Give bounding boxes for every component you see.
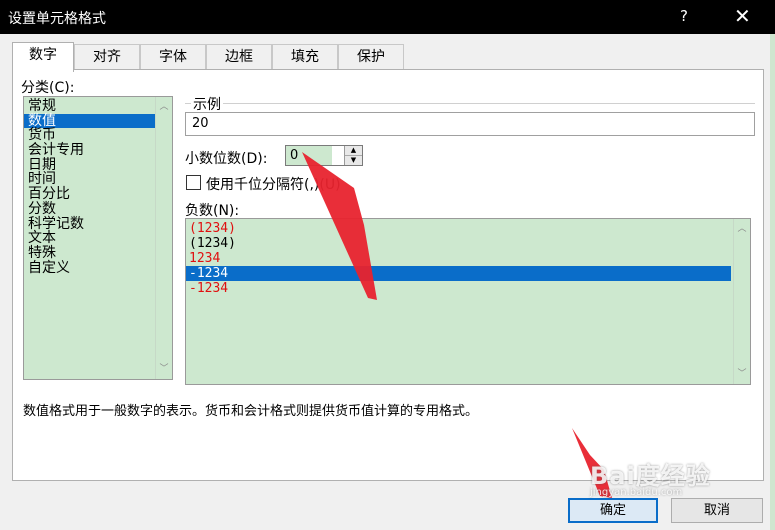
negative-number-item[interactable]: -1234	[186, 281, 731, 296]
format-description: 数值格式用于一般数字的表示。货币和会计格式则提供货币值计算的专用格式。	[23, 404, 479, 419]
help-button[interactable]: ?	[680, 7, 688, 25]
scroll-up-icon[interactable]: ︿	[156, 99, 172, 115]
decimal-places-label: 小数位数(D):	[185, 151, 268, 167]
category-item[interactable]: 日期	[24, 158, 172, 173]
negative-number-item[interactable]: (1234)	[186, 236, 731, 251]
category-items: 常规 数值 货币 会计专用 日期 时间 百分比 分数 科学记数 文本 特殊 自定义	[24, 99, 172, 275]
watermark-brand: Bai度经验	[590, 462, 711, 490]
background-sheet-edge	[770, 34, 775, 530]
category-item[interactable]: 货币	[24, 128, 172, 143]
close-button[interactable]: ✕	[734, 4, 751, 28]
sample-label: 示例	[191, 94, 223, 114]
category-item[interactable]: 特殊	[24, 246, 172, 261]
category-item[interactable]: 分数	[24, 202, 172, 217]
category-item[interactable]: 会计专用	[24, 143, 172, 158]
category-label: 分类(C):	[21, 80, 75, 96]
negative-numbers-label: 负数(N):	[185, 203, 240, 219]
category-item[interactable]: 时间	[24, 172, 172, 187]
category-item[interactable]: 自定义	[24, 261, 172, 276]
thousands-separator-checkbox[interactable]	[186, 175, 201, 190]
category-list[interactable]: 常规 数值 货币 会计专用 日期 时间 百分比 分数 科学记数 文本 特殊 自定义 ︿ ﹀	[23, 96, 173, 380]
tab-fill[interactable]: 填充	[272, 44, 338, 70]
sample-group	[185, 103, 755, 104]
negative-number-item[interactable]: (1234)	[186, 221, 731, 236]
negative-number-item[interactable]: 1234	[186, 251, 731, 266]
thousands-separator-label: 使用千位分隔符(,)(U)	[206, 177, 341, 193]
scroll-down-icon[interactable]: ﹀	[734, 366, 750, 382]
baidu-watermark: Bai度经验 jingyan.baidu.com	[590, 456, 711, 498]
tab-font[interactable]: 字体	[140, 44, 206, 70]
cancel-button[interactable]: 取消	[671, 498, 763, 523]
sample-preview: 20	[185, 112, 755, 136]
category-item[interactable]: 科学记数	[24, 217, 172, 232]
increment-icon[interactable]: ▲	[345, 146, 362, 156]
negative-number-items: (1234) (1234) 1234 -1234 -1234	[186, 219, 750, 296]
number-tab-panel: 分类(C): 常规 数值 货币 会计专用 日期 时间 百分比 分数 科学记数 文本 特殊 自定义 ︿ …	[12, 69, 764, 481]
category-item[interactable]: 文本	[24, 231, 172, 246]
ok-button[interactable]: 确定	[568, 498, 658, 523]
tab-number[interactable]: 数字	[12, 42, 74, 72]
negative-numbers-list[interactable]: (1234) (1234) 1234 -1234 -1234 ︿ ﹀	[185, 218, 751, 385]
decimal-places-input[interactable]: 0	[286, 146, 332, 165]
scroll-up-icon[interactable]: ︿	[734, 221, 750, 237]
category-item[interactable]: 百分比	[24, 187, 172, 202]
category-scrollbar[interactable]: ︿ ﹀	[155, 97, 172, 379]
decimal-places-stepper[interactable]: 0 ▲ ▼	[285, 145, 363, 166]
stepper-buttons: ▲ ▼	[344, 146, 362, 165]
tab-alignment[interactable]: 对齐	[74, 44, 140, 70]
negative-scrollbar[interactable]: ︿ ﹀	[733, 219, 750, 384]
negative-number-item[interactable]: -1234	[186, 266, 731, 281]
scroll-down-icon[interactable]: ﹀	[156, 361, 172, 377]
tab-protection[interactable]: 保护	[338, 44, 404, 70]
tab-border[interactable]: 边框	[206, 44, 272, 70]
category-item[interactable]: 常规	[24, 99, 172, 114]
decrement-icon[interactable]: ▼	[345, 155, 362, 165]
window-title: 设置单元格格式	[8, 11, 106, 27]
title-bar: 设置单元格格式 ? ✕	[0, 0, 775, 34]
